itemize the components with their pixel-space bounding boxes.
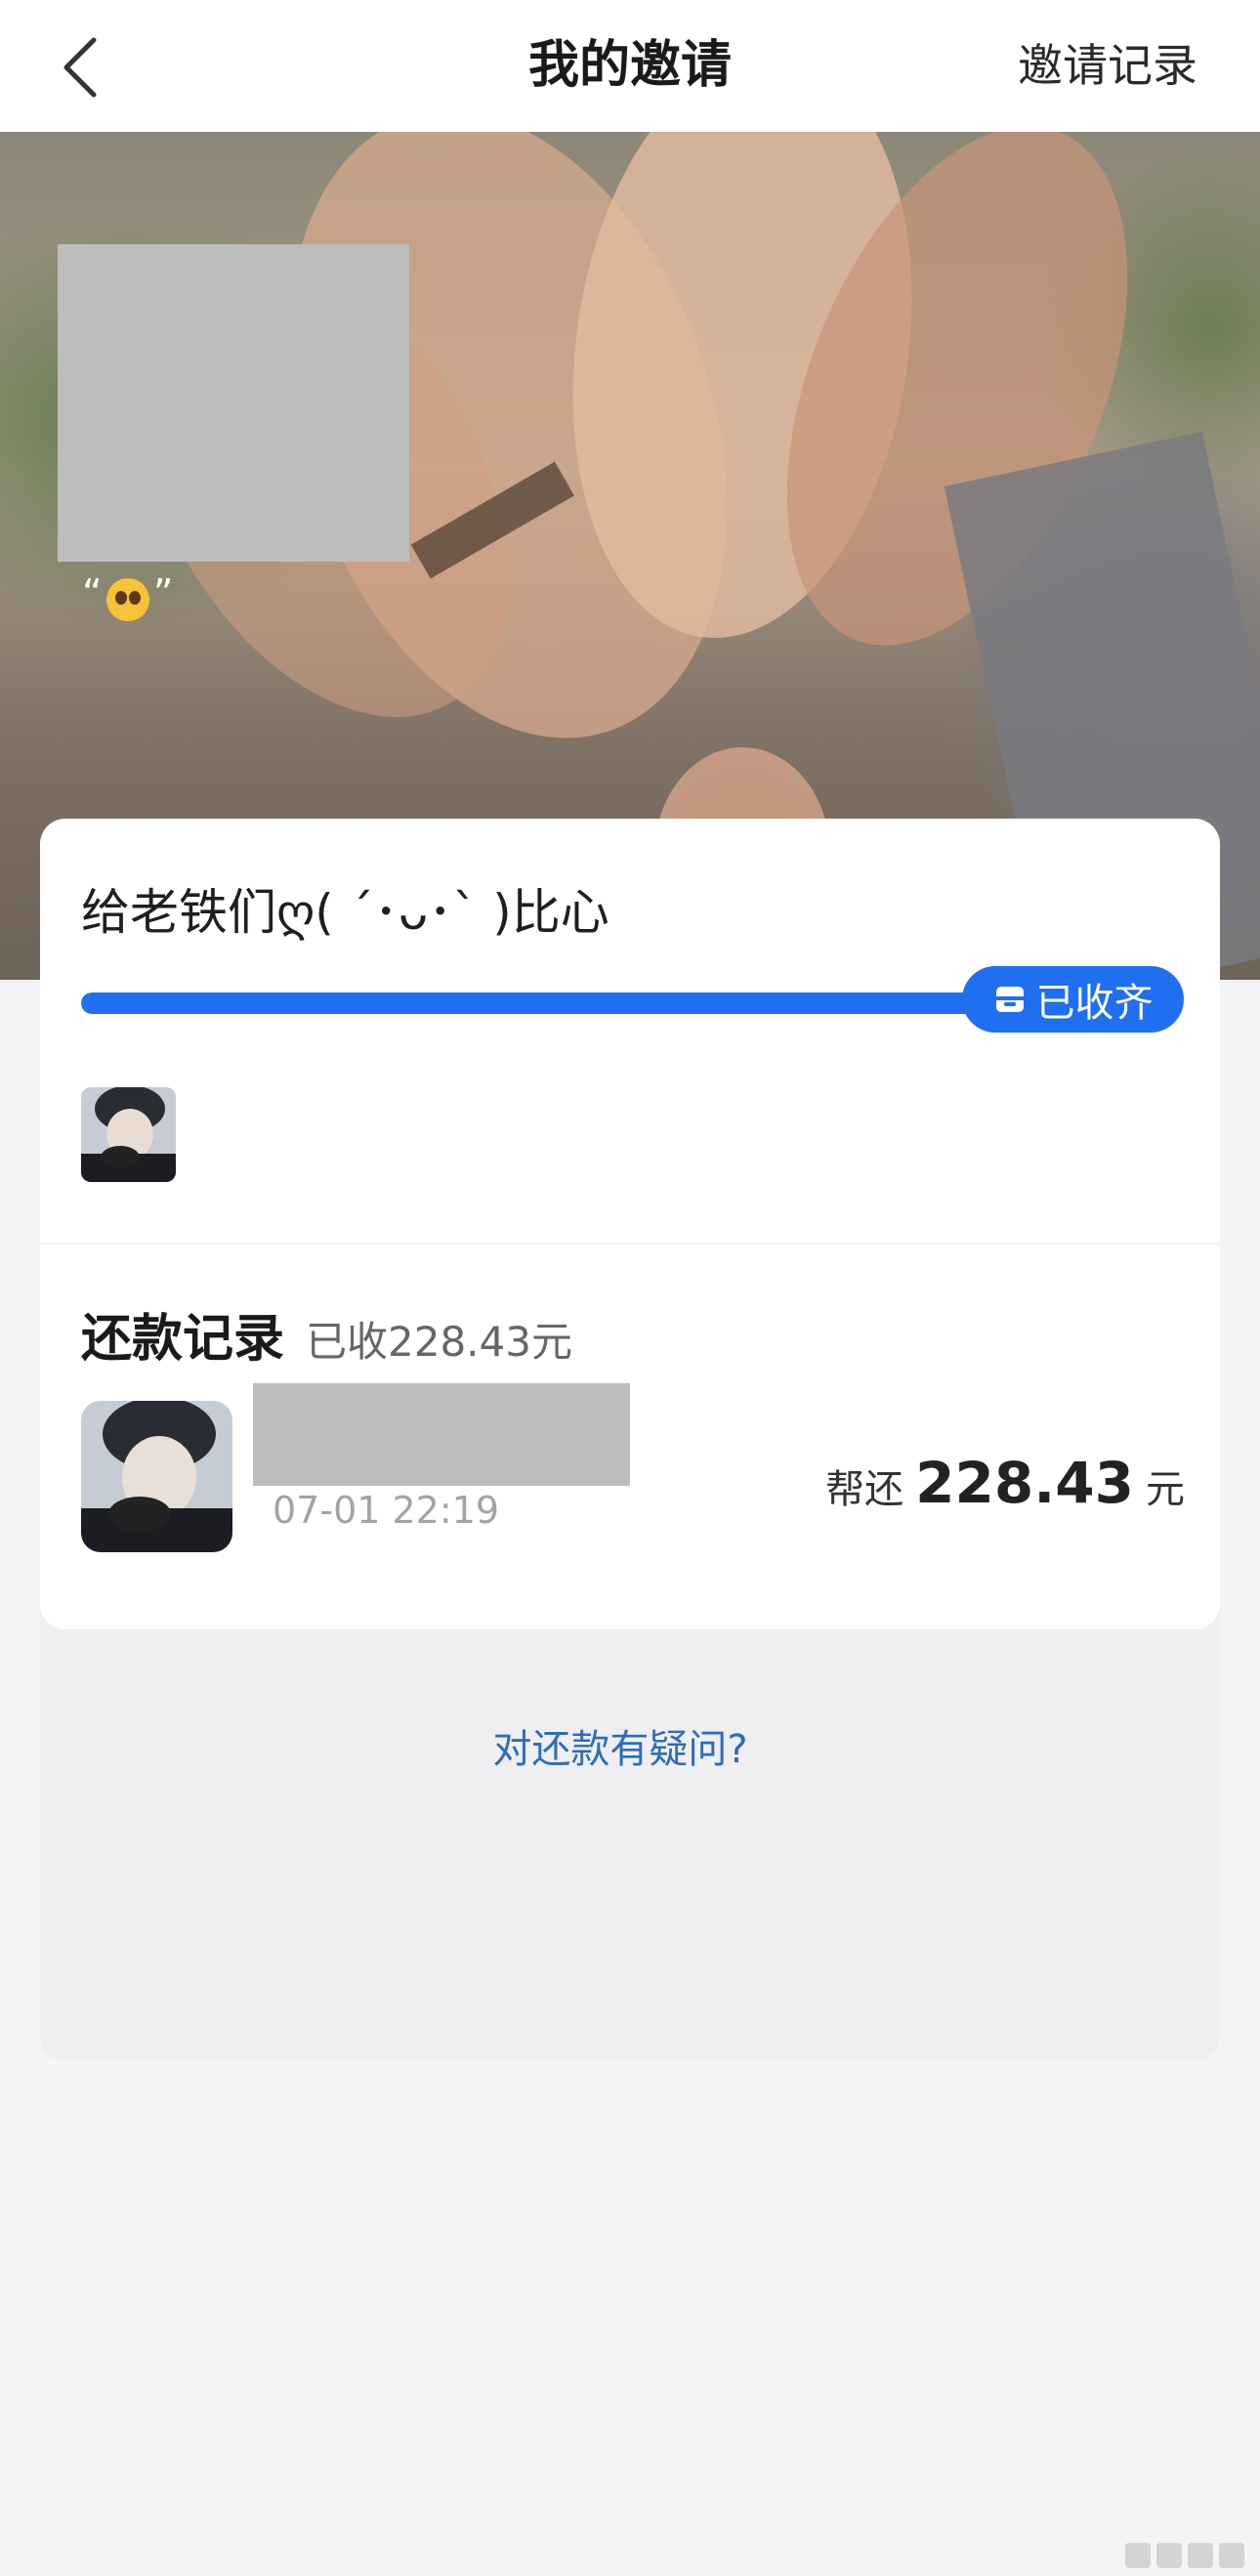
pleading-face-icon bbox=[105, 578, 149, 621]
record-name-placeholder bbox=[253, 1383, 630, 1486]
helper-avatar[interactable] bbox=[81, 1087, 176, 1182]
repayment-records-header: 还款记录 已收228.43元 bbox=[81, 1297, 572, 1371]
wallet-icon bbox=[993, 983, 1027, 1016]
chevron-left-icon bbox=[63, 37, 97, 98]
amount-value: 228.43 bbox=[915, 1450, 1134, 1516]
back-button[interactable] bbox=[51, 33, 109, 102]
invite-records-link[interactable]: 邀请记录 bbox=[1018, 0, 1197, 132]
quote-close: ” bbox=[152, 571, 174, 616]
amount-unit: 元 bbox=[1146, 1467, 1185, 1512]
inviter-photo-placeholder bbox=[58, 244, 409, 562]
records-title: 还款记录 bbox=[81, 1310, 285, 1369]
invite-card: 给老铁们ღ( ´･ᴗ･` )比心 已收齐 还款记录 已收228.43元 07-0… bbox=[40, 819, 1220, 1629]
record-avatar bbox=[81, 1401, 232, 1552]
help-panel bbox=[40, 1602, 1220, 2061]
repayment-question-link[interactable]: 对还款有疑问? bbox=[0, 1717, 1240, 1774]
navigation-bar: 我的邀请 邀请记录 bbox=[0, 0, 1260, 132]
watermark bbox=[1125, 2543, 1244, 2568]
section-divider bbox=[40, 1243, 1220, 1245]
hero-quote: “ ” bbox=[82, 571, 174, 621]
record-amount: 帮还 228.43 元 bbox=[825, 1450, 1185, 1516]
record-time: 07-01 22:19 bbox=[273, 1489, 500, 1532]
status-badge: 已收齐 bbox=[962, 966, 1184, 1033]
status-label: 已收齐 bbox=[1035, 981, 1154, 1026]
app-root: 我的邀请 邀请记录 “ ” 给老铁们ღ( ´･ᴗ･` )比心 已收齐 还款记录 … bbox=[0, 0, 1260, 2576]
collection-progress-bar bbox=[81, 992, 1058, 1014]
progress-fill bbox=[81, 992, 1058, 1014]
record-row[interactable]: 07-01 22:19 帮还 228.43 元 bbox=[81, 1383, 1185, 1552]
records-summary: 已收228.43元 bbox=[306, 1318, 572, 1366]
quote-open: “ bbox=[82, 571, 103, 616]
invite-title: 给老铁们ღ( ´･ᴗ･` )比心 bbox=[81, 884, 609, 941]
amount-label: 帮还 bbox=[825, 1467, 904, 1512]
